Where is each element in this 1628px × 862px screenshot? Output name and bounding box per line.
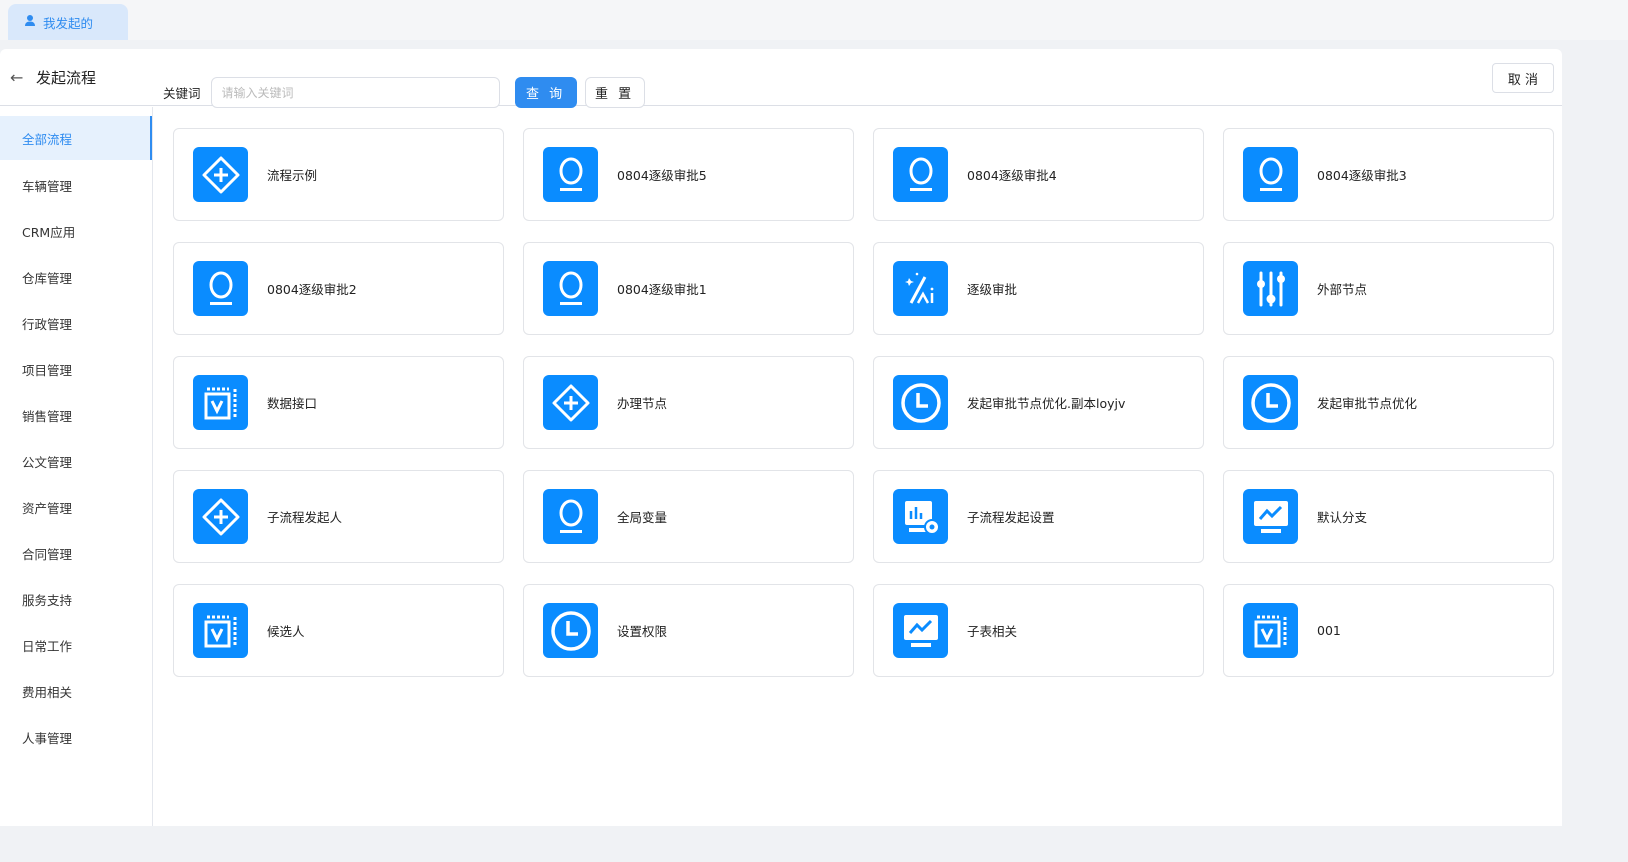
query-button[interactable]: 查 询 bbox=[514, 77, 577, 108]
process-card[interactable]: 0804逐级审批1 bbox=[523, 242, 854, 335]
sidebar-item[interactable]: CRM应用 bbox=[0, 208, 152, 254]
process-name: 流程示例 bbox=[267, 168, 318, 183]
process-card[interactable]: 子流程发起设置 bbox=[873, 470, 1204, 563]
process-card[interactable]: 办理节点 bbox=[523, 356, 854, 449]
process-name: 子流程发起设置 bbox=[967, 510, 1055, 525]
process-name: 全局变量 bbox=[617, 510, 668, 525]
process-name: 0804逐级审批3 bbox=[1317, 168, 1407, 183]
process-card[interactable]: 0804逐级审批2 bbox=[173, 242, 504, 335]
v-box-icon bbox=[1243, 603, 1298, 658]
process-card[interactable]: 子表相关 bbox=[873, 584, 1204, 677]
user-icon bbox=[24, 14, 37, 30]
sidebar-item[interactable]: 项目管理 bbox=[0, 346, 152, 392]
sidebar-item[interactable]: 行政管理 bbox=[0, 300, 152, 346]
process-name: 0804逐级审批2 bbox=[267, 282, 357, 297]
search-bar: 关键词 查 询 重 置 bbox=[163, 77, 645, 108]
process-card[interactable]: 0804逐级审批3 bbox=[1223, 128, 1554, 221]
lamp-icon bbox=[543, 489, 598, 544]
back-arrow-icon[interactable]: ← bbox=[10, 68, 36, 87]
process-card[interactable]: 全局变量 bbox=[523, 470, 854, 563]
process-name: 子表相关 bbox=[967, 624, 1018, 639]
sidebar-item[interactable]: 人事管理 bbox=[0, 714, 152, 760]
process-card[interactable]: 0804逐级审批5 bbox=[523, 128, 854, 221]
plus-diamond-icon bbox=[193, 489, 248, 544]
category-sidebar: 全部流程 车辆管理 CRM应用 仓库管理 行政管理 项目管理 销售管理 公文管理 资产管理 合同管… bbox=[0, 107, 153, 826]
process-name: 001 bbox=[1317, 623, 1341, 638]
process-card[interactable]: 数据接口 bbox=[173, 356, 504, 449]
sidebar-item[interactable]: 销售管理 bbox=[0, 392, 152, 438]
sidebar-item[interactable]: 全部流程 bbox=[0, 116, 152, 160]
clock-icon bbox=[893, 375, 948, 430]
process-name: 0804逐级审批1 bbox=[617, 282, 707, 297]
page-title: 发起流程 bbox=[36, 68, 97, 87]
process-name: 逐级审批 bbox=[967, 282, 1018, 297]
clock-icon bbox=[543, 603, 598, 658]
process-name: 数据接口 bbox=[267, 396, 318, 411]
monitor-chart-icon bbox=[1243, 489, 1298, 544]
top-tab-bar: 我发起的 bbox=[0, 0, 1628, 40]
process-name: 默认分支 bbox=[1317, 510, 1368, 525]
reset-button[interactable]: 重 置 bbox=[584, 77, 645, 108]
v-box-icon bbox=[193, 375, 248, 430]
process-card[interactable]: 0804逐级审批4 bbox=[873, 128, 1204, 221]
tab-label: 我发起的 bbox=[43, 15, 94, 31]
sidebar-item[interactable]: 公文管理 bbox=[0, 438, 152, 484]
process-card[interactable]: 外部节点 bbox=[1223, 242, 1554, 335]
keyword-input[interactable] bbox=[210, 77, 500, 108]
keyword-label: 关键词 bbox=[163, 86, 201, 101]
process-name: 0804逐级审批5 bbox=[617, 168, 707, 183]
process-card[interactable]: 候选人 bbox=[173, 584, 504, 677]
v-box-icon bbox=[193, 603, 248, 658]
chart-gear-icon bbox=[893, 489, 948, 544]
tab-my-initiated[interactable]: 我发起的 bbox=[8, 4, 128, 40]
lamp-icon bbox=[1243, 147, 1298, 202]
process-grid: 流程示例 0804逐级审批5 0804逐级审批4 0804逐级审批3 0804逐级审批2… bbox=[173, 128, 1554, 677]
process-card[interactable]: 默认分支 bbox=[1223, 470, 1554, 563]
sidebar-item[interactable]: 资产管理 bbox=[0, 484, 152, 530]
process-name: 办理节点 bbox=[617, 396, 668, 411]
process-card[interactable]: 001 bbox=[1223, 584, 1554, 677]
lamp-icon bbox=[543, 261, 598, 316]
sidebar-item[interactable]: 仓库管理 bbox=[0, 254, 152, 300]
lamp-icon bbox=[893, 147, 948, 202]
sliders-icon bbox=[1243, 261, 1298, 316]
process-card[interactable]: 发起审批节点优化.副本loyjv bbox=[873, 356, 1204, 449]
lamp-icon bbox=[193, 261, 248, 316]
sidebar-item[interactable]: 费用相关 bbox=[0, 668, 152, 714]
process-card[interactable]: 发起审批节点优化 bbox=[1223, 356, 1554, 449]
plus-diamond-icon bbox=[543, 375, 598, 430]
lamp-icon bbox=[543, 147, 598, 202]
process-card[interactable]: 子流程发起人 bbox=[173, 470, 504, 563]
cancel-button[interactable]: 取 消 bbox=[1492, 63, 1554, 93]
process-name: 子流程发起人 bbox=[267, 510, 343, 525]
sidebar-item[interactable]: 日常工作 bbox=[0, 622, 152, 668]
process-card[interactable]: 逐级审批 bbox=[873, 242, 1204, 335]
process-name: 发起审批节点优化.副本loyjv bbox=[967, 396, 1126, 411]
sidebar-item[interactable]: 合同管理 bbox=[0, 530, 152, 576]
plus-diamond-icon bbox=[193, 147, 248, 202]
monitor-chart-icon bbox=[893, 603, 948, 658]
process-name: 候选人 bbox=[267, 624, 305, 639]
process-name: 设置权限 bbox=[617, 624, 668, 639]
process-card[interactable]: 设置权限 bbox=[523, 584, 854, 677]
ai-icon bbox=[893, 261, 948, 316]
sidebar-item[interactable]: 车辆管理 bbox=[0, 162, 152, 208]
process-name: 0804逐级审批4 bbox=[967, 168, 1057, 183]
process-card[interactable]: 流程示例 bbox=[173, 128, 504, 221]
sidebar-item[interactable]: 服务支持 bbox=[0, 576, 152, 622]
clock-icon bbox=[1243, 375, 1298, 430]
process-name: 发起审批节点优化 bbox=[1317, 396, 1418, 411]
process-name: 外部节点 bbox=[1317, 282, 1368, 297]
